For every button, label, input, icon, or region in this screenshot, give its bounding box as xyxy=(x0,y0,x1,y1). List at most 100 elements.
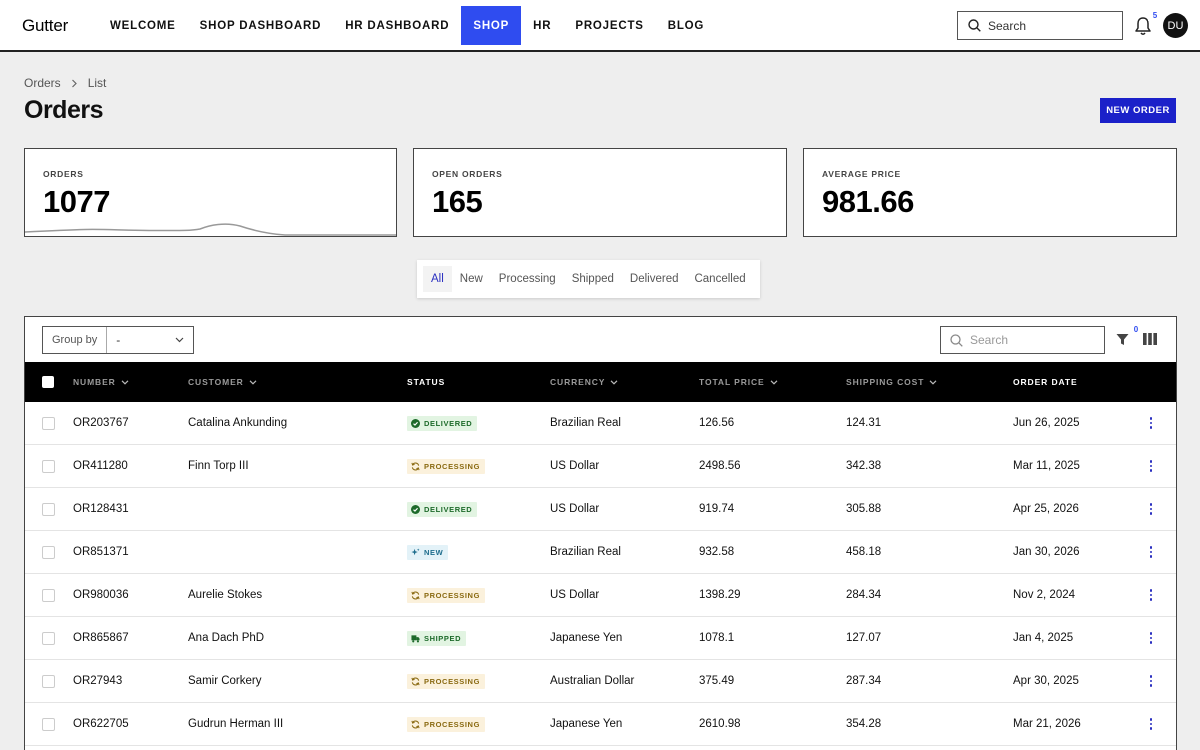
tab-delivered[interactable]: Delivered xyxy=(622,266,687,292)
status-badge-label: PROCESSING xyxy=(424,461,481,471)
column-header-label: CURRENCY xyxy=(550,377,606,387)
row-checkbox[interactable] xyxy=(42,718,55,731)
column-header-status[interactable]: STATUS xyxy=(407,362,445,402)
select-all-checkbox[interactable] xyxy=(42,376,54,388)
filter-count-badge: 0 xyxy=(1130,324,1142,335)
currency-cell: Brazilian Real xyxy=(550,546,621,558)
search-icon xyxy=(950,333,963,347)
nav-shop[interactable]: SHOP xyxy=(461,6,522,45)
new-order-button[interactable]: NEW ORDER xyxy=(1100,98,1176,123)
filter-icon[interactable] xyxy=(1116,333,1129,346)
total-price-cell: 126.56 xyxy=(699,417,735,429)
table-row[interactable]: OR27943 Samir Corkery Australian Dollar 375… xyxy=(25,660,1176,703)
order-number-cell: OR980036 xyxy=(73,589,129,601)
table-row[interactable]: OR128431 US Dollar 919.74 305.88 Apr 25, 202… xyxy=(25,488,1176,531)
order-number-cell: OR851371 xyxy=(73,546,129,558)
status-badge-label: NEW xyxy=(424,547,444,557)
nav-projects[interactable]: PROJECTS xyxy=(563,6,655,45)
global-search-input[interactable]: Search xyxy=(957,11,1123,40)
customer-cell: Gudrun Herman III xyxy=(188,718,284,730)
status-cell: DELIVERED xyxy=(407,402,478,444)
notification-count-badge: 5 xyxy=(1148,9,1162,21)
refresh-icon xyxy=(411,676,420,686)
row-checkbox[interactable] xyxy=(42,675,55,688)
shipping-cost-cell: 354.28 xyxy=(846,718,882,730)
stat-label: AVERAGE PRICE xyxy=(822,169,901,179)
breadcrumb-orders[interactable]: Orders xyxy=(24,76,61,90)
row-actions-kebab-icon[interactable] xyxy=(1146,588,1156,602)
status-cell: SHIPPED xyxy=(407,617,467,659)
stat-value: 981.66 xyxy=(822,184,914,219)
tab-processing[interactable]: Processing xyxy=(491,266,564,292)
shipping-cost-cell: 124.31 xyxy=(846,417,882,429)
app-logo[interactable]: Gutter xyxy=(22,16,68,36)
customer-cell: Aurelie Stokes xyxy=(188,589,263,601)
customer-cell: Finn Torp III xyxy=(188,460,249,472)
table-row[interactable]: OR865867 Ana Dach PhD Japanese Yen 1078.1 12… xyxy=(25,617,1176,660)
row-checkbox[interactable] xyxy=(42,589,55,602)
nav-hr-dashboard[interactable]: HR DASHBOARD xyxy=(333,6,461,45)
nav-hr[interactable]: HR xyxy=(521,6,563,45)
truck-icon xyxy=(411,634,420,642)
column-header-currency[interactable]: CURRENCY xyxy=(550,362,618,402)
order-number-cell: OR411280 xyxy=(73,460,128,472)
table-row[interactable]: OR203767 Catalina Ankunding Brazilian Real… xyxy=(25,402,1176,445)
user-avatar[interactable]: DU xyxy=(1163,13,1188,38)
table-row[interactable]: OR980036 Aurelie Stokes US Dollar 1398.29 28… xyxy=(25,574,1176,617)
row-checkbox[interactable] xyxy=(42,460,55,473)
column-header-total-price[interactable]: TOTAL PRICE xyxy=(699,362,778,402)
table-header: NUMBER CUSTOMER STATUS CURRENCY TOTAL PR… xyxy=(25,362,1176,402)
total-price-cell: 1078.1 xyxy=(699,632,735,644)
column-header-customer[interactable]: CUSTOMER xyxy=(188,362,257,402)
status-badge: PROCESSING xyxy=(407,458,486,474)
row-actions-kebab-icon[interactable] xyxy=(1146,459,1156,473)
chevron-down-icon xyxy=(249,379,257,385)
row-checkbox[interactable] xyxy=(42,546,55,559)
check-circle-icon xyxy=(411,418,420,428)
columns-icon[interactable] xyxy=(1143,333,1157,345)
status-badge: NEW xyxy=(407,544,449,560)
tab-cancelled[interactable]: Cancelled xyxy=(686,266,753,292)
order-date-cell: Mar 11, 2025 xyxy=(1013,460,1080,472)
column-header-label: CUSTOMER xyxy=(188,377,244,387)
group-by-select[interactable]: Group by - xyxy=(42,326,194,354)
table-row[interactable]: OR851371 Brazilian Real 932.58 458.18 Jan 30… xyxy=(25,531,1176,574)
currency-cell: Brazilian Real xyxy=(550,417,621,429)
row-actions-kebab-icon[interactable] xyxy=(1146,717,1156,731)
tab-new[interactable]: New xyxy=(452,266,491,292)
status-badge: PROCESSING xyxy=(407,673,486,689)
order-number-cell: OR203767 xyxy=(73,417,129,429)
table-row[interactable]: OR622705 Gudrun Herman III Japanese Yen 261… xyxy=(25,703,1176,746)
column-header-order-date[interactable]: ORDER DATE xyxy=(1013,362,1078,402)
tab-all[interactable]: All xyxy=(423,266,452,292)
stat-card-average-price: AVERAGE PRICE 981.66 xyxy=(803,148,1177,237)
total-price-cell: 2498.56 xyxy=(699,460,741,472)
nav-shop-dashboard[interactable]: SHOP DASHBOARD xyxy=(188,6,334,45)
stat-value: 165 xyxy=(432,184,483,219)
column-header-shipping-cost[interactable]: SHIPPING COST xyxy=(846,362,937,402)
status-cell: PROCESSING xyxy=(407,703,486,745)
nav-welcome[interactable]: WELCOME xyxy=(98,6,188,45)
status-badge-label: SHIPPED xyxy=(424,633,462,643)
table-row[interactable]: OR411280 Finn Torp III US Dollar 2498.56 342… xyxy=(25,445,1176,488)
column-header-number[interactable]: NUMBER xyxy=(73,362,129,402)
group-by-value: - xyxy=(116,333,121,347)
row-actions-kebab-icon[interactable] xyxy=(1146,545,1156,559)
row-actions-kebab-icon[interactable] xyxy=(1146,631,1156,645)
tab-shipped[interactable]: Shipped xyxy=(564,266,622,292)
nav-blog[interactable]: BLOG xyxy=(656,6,716,45)
order-number-cell: OR128431 xyxy=(73,503,129,515)
customer-cell: Ana Dach PhD xyxy=(188,632,265,644)
row-actions-kebab-icon[interactable] xyxy=(1146,416,1156,430)
top-navigation-bar: Gutter WELCOME SHOP DASHBOARD HR DASHBOA… xyxy=(0,0,1200,52)
row-checkbox[interactable] xyxy=(42,503,55,516)
currency-cell: Japanese Yen xyxy=(550,632,623,644)
row-checkbox[interactable] xyxy=(42,632,55,645)
table-search-input[interactable]: Search xyxy=(940,326,1105,354)
chevron-down-icon xyxy=(929,379,937,385)
row-actions-kebab-icon[interactable] xyxy=(1146,502,1156,516)
row-actions-kebab-icon[interactable] xyxy=(1146,674,1156,688)
stat-card-orders: ORDERS 1077 xyxy=(24,148,397,237)
row-checkbox[interactable] xyxy=(42,417,55,430)
currency-cell: Japanese Yen xyxy=(550,718,623,730)
